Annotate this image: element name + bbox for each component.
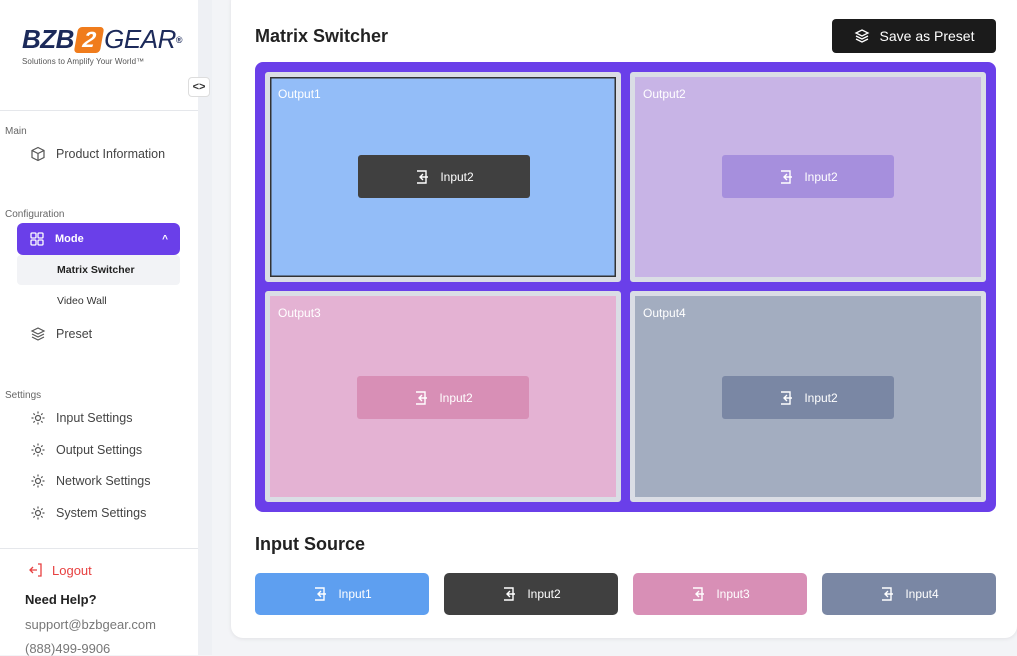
sidebar-item-label: Preset bbox=[56, 327, 93, 341]
input-2-button[interactable]: Input2 bbox=[444, 573, 618, 615]
output-tile-2[interactable]: Output2 Input2 bbox=[630, 72, 986, 282]
sidebar-item-input-settings[interactable]: Input Settings bbox=[30, 407, 132, 429]
logo-registered: ® bbox=[175, 34, 183, 45]
sidebar-item-output-settings[interactable]: Output Settings bbox=[30, 439, 142, 461]
sidebar-toggle-button[interactable]: <> bbox=[188, 77, 210, 97]
input-3-button[interactable]: Input3 bbox=[633, 573, 807, 615]
logo-tagline: Solutions to Amplify Your World™ bbox=[22, 57, 145, 66]
chevron-up-icon: ^ bbox=[162, 233, 168, 245]
section-label-settings: Settings bbox=[5, 390, 42, 401]
gear-icon bbox=[31, 443, 45, 457]
logout-icon bbox=[29, 563, 42, 577]
section-label-configuration: Configuration bbox=[5, 209, 65, 220]
output-2-input-button[interactable]: Input2 bbox=[722, 155, 894, 198]
output-1-input-button[interactable]: Input2 bbox=[358, 155, 530, 198]
input-icon bbox=[504, 587, 516, 601]
input-icon bbox=[882, 587, 894, 601]
input-label: Input4 bbox=[905, 587, 939, 601]
page-title: Matrix Switcher bbox=[255, 26, 389, 46]
input-icon bbox=[781, 390, 793, 405]
logout-label: Logout bbox=[52, 562, 92, 578]
sidebar-item-label: Input Settings bbox=[56, 411, 133, 425]
sidebar-item-system-settings[interactable]: System Settings bbox=[30, 502, 146, 524]
output-label: Output4 bbox=[643, 306, 686, 320]
sidebar-subitem-video-wall[interactable]: Video Wall bbox=[17, 286, 180, 316]
support-email[interactable]: support@bzbgear.com bbox=[25, 617, 156, 632]
sidebar: BZB 2 GEAR ® Solutions to Amplify Your W… bbox=[0, 0, 198, 656]
divider bbox=[0, 548, 198, 549]
section-label-main: Main bbox=[5, 126, 27, 137]
sidebar-subitem-matrix-switcher[interactable]: Matrix Switcher bbox=[17, 255, 180, 285]
matrix-grid: Output1 Input2 Output2 Input2 Output3 In… bbox=[255, 62, 996, 512]
sidebar-item-label: Mode bbox=[55, 233, 84, 245]
output-label: Output2 bbox=[643, 87, 686, 101]
sidebar-edge bbox=[198, 0, 212, 655]
input-label: Input2 bbox=[527, 587, 561, 601]
logout-button[interactable]: Logout bbox=[28, 562, 92, 578]
input-icon bbox=[693, 587, 705, 601]
divider bbox=[0, 110, 198, 111]
gear-icon bbox=[31, 474, 45, 488]
sidebar-item-label: Output Settings bbox=[56, 443, 143, 457]
sidebar-item-label: System Settings bbox=[56, 506, 147, 520]
layers-icon bbox=[30, 327, 46, 341]
grid-icon bbox=[30, 232, 44, 246]
logo-two: 2 bbox=[73, 26, 105, 53]
output-input-label: Input2 bbox=[439, 390, 473, 405]
sidebar-item-network-settings[interactable]: Network Settings bbox=[30, 470, 150, 492]
output-tile-4[interactable]: Output4 Input2 bbox=[630, 291, 986, 502]
input-4-button[interactable]: Input4 bbox=[822, 573, 996, 615]
cube-icon bbox=[31, 146, 45, 162]
sidebar-item-label: Product Information bbox=[56, 147, 166, 161]
input-icon bbox=[416, 390, 428, 405]
input-label: Input1 bbox=[338, 587, 372, 601]
sidebar-item-product-information[interactable]: Product Information bbox=[30, 143, 165, 165]
input-icon bbox=[315, 587, 327, 601]
sidebar-item-preset[interactable]: Preset bbox=[30, 323, 92, 345]
output-4-input-button[interactable]: Input2 bbox=[722, 376, 894, 419]
output-input-label: Input2 bbox=[804, 169, 838, 184]
sidebar-item-label: Network Settings bbox=[56, 474, 151, 488]
brand-logo: BZB 2 GEAR ® Solutions to Amplify Your W… bbox=[22, 24, 183, 68]
input-icon bbox=[781, 169, 793, 184]
logo-gear: GEAR bbox=[104, 24, 176, 54]
output-input-label: Input2 bbox=[804, 390, 838, 405]
gear-icon bbox=[31, 506, 45, 520]
gear-icon bbox=[31, 411, 45, 425]
input-source-title: Input Source bbox=[255, 534, 366, 554]
preset-button-label: Save as Preset bbox=[879, 28, 975, 44]
input-1-button[interactable]: Input1 bbox=[255, 573, 429, 615]
support-phone: (888)499-9906 bbox=[25, 641, 111, 656]
input-icon bbox=[417, 169, 429, 184]
help-title: Need Help? bbox=[25, 592, 97, 607]
logo-bzb: BZB bbox=[22, 24, 74, 54]
output-3-input-button[interactable]: Input2 bbox=[357, 376, 529, 419]
output-tile-1[interactable]: Output1 Input2 bbox=[265, 72, 621, 282]
layers-icon bbox=[854, 29, 869, 43]
sidebar-item-mode[interactable]: Mode ^ bbox=[17, 223, 180, 255]
output-input-label: Input2 bbox=[440, 169, 474, 184]
output-label: Output3 bbox=[278, 306, 321, 320]
output-tile-3[interactable]: Output3 Input2 bbox=[265, 291, 621, 502]
output-label: Output1 bbox=[278, 87, 321, 101]
input-label: Input3 bbox=[716, 587, 750, 601]
save-as-preset-button[interactable]: Save as Preset bbox=[832, 19, 996, 53]
